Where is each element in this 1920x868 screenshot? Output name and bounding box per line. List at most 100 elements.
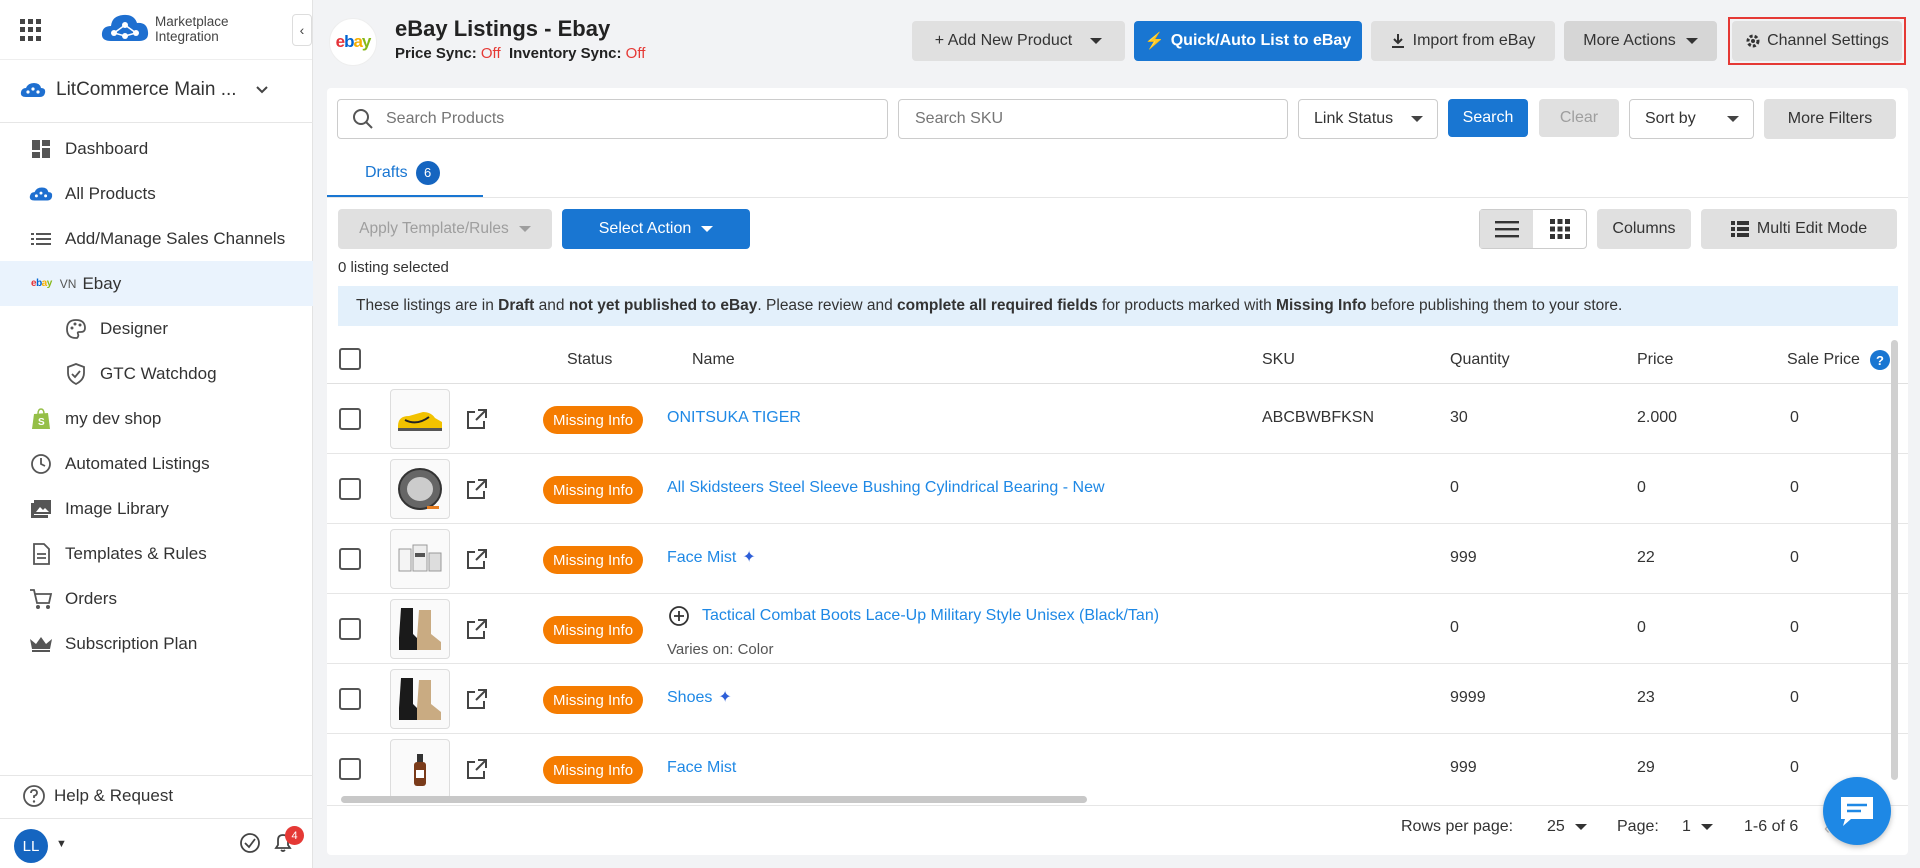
- column-header-status[interactable]: Status: [567, 351, 612, 369]
- table-row[interactable]: Missing Info Shoes ✦ 9999 23 0: [327, 664, 1908, 734]
- product-name-link[interactable]: ONITSUKA TIGER: [667, 409, 801, 427]
- clear-button[interactable]: Clear: [1539, 99, 1619, 137]
- rows-per-page-select[interactable]: 25: [1547, 818, 1587, 836]
- table-row[interactable]: Missing Info ONITSUKA TIGER ABCBWBFKSN 3…: [327, 384, 1908, 454]
- product-name-link[interactable]: Shoes ✦: [667, 687, 732, 707]
- help-circle-icon[interactable]: ?: [1870, 350, 1890, 370]
- product-thumbnail[interactable]: [390, 739, 450, 796]
- product-thumbnail[interactable]: [390, 389, 450, 449]
- link-status-select[interactable]: Link Status: [1298, 99, 1438, 139]
- row-checkbox[interactable]: [339, 618, 361, 640]
- product-thumbnail[interactable]: [390, 599, 450, 659]
- select-action-label: Select Action: [598, 220, 692, 237]
- product-thumbnail[interactable]: [390, 669, 450, 729]
- product-name-link[interactable]: All Skidsteers Steel Sleeve Bushing Cyli…: [667, 479, 1105, 497]
- search-button[interactable]: Search: [1448, 99, 1528, 137]
- caret-down-icon: [1727, 116, 1739, 122]
- caret-down-icon[interactable]: ▼: [56, 838, 67, 850]
- external-link-icon[interactable]: [466, 758, 488, 780]
- product-name-link[interactable]: Tactical Combat Boots Lace-Up Military S…: [702, 607, 1159, 625]
- select-all-checkbox[interactable]: [339, 348, 361, 370]
- help-request-link[interactable]: Help & Request: [22, 784, 173, 808]
- vertical-scrollbar[interactable]: [1891, 340, 1898, 780]
- status-badge: Missing Info: [543, 686, 644, 714]
- row-checkbox[interactable]: [339, 688, 361, 710]
- sale-price-cell: 0: [1790, 689, 1799, 706]
- sidebar-item-ebay[interactable]: ebay VN Ebay: [0, 261, 313, 306]
- sidebar-item-image-library[interactable]: Image Library: [0, 486, 313, 531]
- apply-template-button[interactable]: Apply Template/Rules: [338, 209, 552, 249]
- sidebar-item-automated-listings[interactable]: Automated Listings: [0, 441, 313, 486]
- product-name-text: Shoes: [667, 689, 713, 706]
- product-name-link[interactable]: Face Mist: [667, 759, 736, 777]
- chat-icon: [1841, 797, 1873, 826]
- external-link-icon[interactable]: [466, 618, 488, 640]
- select-action-button[interactable]: Select Action: [562, 209, 750, 249]
- list-view-icon[interactable]: [1480, 210, 1533, 248]
- apps-grid-icon[interactable]: [20, 19, 42, 41]
- table-row[interactable]: Missing Info Face Mist ✦ 999 22 0: [327, 524, 1908, 594]
- column-header-price[interactable]: Price: [1637, 351, 1673, 369]
- quick-auto-list-button[interactable]: ⚡ Quick/Auto List to eBay: [1134, 21, 1362, 61]
- page-select[interactable]: 1: [1682, 818, 1713, 836]
- row-checkbox[interactable]: [339, 548, 361, 570]
- grid-view-icon[interactable]: [1533, 210, 1586, 248]
- column-header-quantity[interactable]: Quantity: [1450, 351, 1510, 369]
- sidebar-item-designer[interactable]: Designer: [0, 306, 313, 351]
- column-header-name[interactable]: Name: [692, 351, 735, 369]
- quantity-cell: 0: [1450, 479, 1459, 496]
- sidebar-item-gtc-watchdog[interactable]: GTC Watchdog: [0, 351, 313, 396]
- add-new-product-button[interactable]: + Add New Product: [912, 21, 1125, 61]
- product-name-link[interactable]: Face Mist ✦: [667, 547, 756, 567]
- table-row[interactable]: Missing Info All Skidsteers Steel Sleeve…: [327, 454, 1908, 524]
- external-link-icon[interactable]: [466, 688, 488, 710]
- sidebar-item-sales-channels[interactable]: Add/Manage Sales Channels: [0, 216, 313, 261]
- sort-by-select[interactable]: Sort by: [1629, 99, 1754, 139]
- expand-variants-icon[interactable]: [668, 605, 690, 627]
- sidebar-item-my-dev-shop[interactable]: S my dev shop: [0, 396, 313, 441]
- external-link-icon[interactable]: [466, 548, 488, 570]
- tab-drafts[interactable]: Drafts 6: [327, 150, 483, 198]
- main-area: ebay eBay Listings - Ebay Price Sync: Of…: [313, 0, 1920, 868]
- link-status-label: Link Status: [1314, 110, 1394, 127]
- product-thumbnail[interactable]: [390, 529, 450, 589]
- range-text-wrap: 1-6 of 6: [1744, 818, 1798, 836]
- columns-button[interactable]: Columns: [1597, 209, 1691, 249]
- store-selector[interactable]: LitCommerce Main ...: [0, 70, 313, 110]
- collapse-sidebar-button[interactable]: ‹: [292, 14, 312, 46]
- info-text: These listings are in: [356, 297, 499, 314]
- more-filters-button[interactable]: More Filters: [1764, 99, 1896, 139]
- sidebar-item-dashboard[interactable]: Dashboard: [0, 126, 313, 171]
- search-products-input[interactable]: Search Products: [337, 99, 888, 139]
- import-from-ebay-button[interactable]: Import from eBay: [1371, 21, 1555, 61]
- sync-status: Price Sync: Off Inventory Sync: Off: [395, 45, 645, 62]
- table-row[interactable]: Missing Info Face Mist 999 29 0: [327, 734, 1908, 796]
- more-actions-button[interactable]: More Actions: [1564, 21, 1717, 61]
- table-row[interactable]: Missing Info Tactical Combat Boots Lace-…: [327, 594, 1908, 664]
- page-label: Page:: [1617, 818, 1659, 835]
- avatar[interactable]: LL: [14, 829, 48, 863]
- info-bold: not yet published to eBay: [568, 297, 758, 314]
- import-label: Import from eBay: [1412, 32, 1536, 49]
- sidebar-item-orders[interactable]: Orders: [0, 576, 313, 621]
- external-link-icon[interactable]: [466, 408, 488, 430]
- quantity-cell: 999: [1450, 759, 1477, 776]
- search-sku-input[interactable]: Search SKU: [898, 99, 1288, 139]
- row-checkbox[interactable]: [339, 408, 361, 430]
- sparkle-icon: ✦: [742, 549, 756, 566]
- product-thumbnail[interactable]: [390, 459, 450, 519]
- chat-support-button[interactable]: [1823, 777, 1891, 845]
- sidebar-item-all-products[interactable]: All Products: [0, 171, 313, 216]
- sidebar-item-subscription-plan[interactable]: Subscription Plan: [0, 621, 313, 666]
- row-checkbox[interactable]: [339, 478, 361, 500]
- sale-price-cell: 0: [1790, 479, 1799, 496]
- column-header-sale-price[interactable]: Sale Price: [1787, 351, 1860, 369]
- check-circle-icon[interactable]: [238, 831, 262, 855]
- multi-edit-mode-button[interactable]: Multi Edit Mode: [1701, 209, 1897, 249]
- column-header-sku[interactable]: SKU: [1262, 351, 1295, 369]
- external-link-icon[interactable]: [466, 478, 488, 500]
- horizontal-scrollbar[interactable]: [341, 796, 1087, 803]
- row-checkbox[interactable]: [339, 758, 361, 780]
- channel-settings-button[interactable]: Channel Settings: [1732, 21, 1902, 61]
- sidebar-item-templates-rules[interactable]: Templates & Rules: [0, 531, 313, 576]
